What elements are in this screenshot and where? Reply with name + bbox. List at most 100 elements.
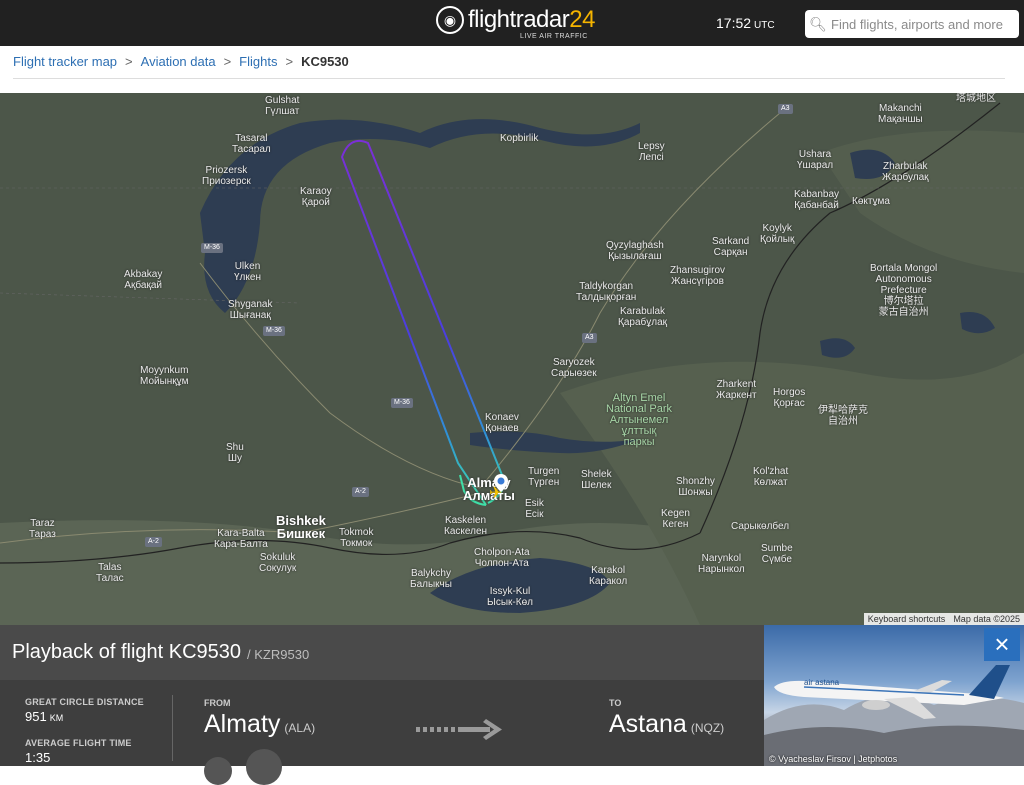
flightradar24-logo[interactable]: ◉ flightradar24 LIVE AIR TRAFFIC [436,6,595,40]
map-label-lepsy: Lepsy Лепсі [638,141,665,163]
map-label-ulken: Ulken Үлкен [234,261,261,283]
flight-track [340,139,505,506]
destination-airport[interactable]: TO Astana (NQZ) [609,698,724,739]
panel-header: Playback of flight KC9530 / KZR9530 [0,625,764,680]
map-label-kegen: Kegen Кеген [661,508,690,530]
clock-timezone: UTC [754,20,775,31]
map-label-kaskelen: Kaskelen Каскелен [444,515,488,537]
breadcrumb-current-flight: KC9530 [301,54,349,69]
map-label-shelek: Shelek Шелек [581,469,612,491]
map-label-kabanbay: Kabanbay Қабанбай [794,189,840,211]
map-label-shyganak: Shyganak Шығанақ [228,299,273,321]
map-label-narynkol: Narynkol Нарынкол [698,553,745,575]
breadcrumb: Flight tracker map > Aviation data > Fli… [13,54,1005,79]
map-label-sumbe: Sumbe Сүмбе [761,543,793,565]
map-label-zharbulak: Zharbulak Жарбулақ [882,161,929,183]
map-label-gulshat: Gulshat Гүлшат [265,95,300,117]
road-shield: M-36 [201,243,223,253]
map-label-koktuma: Көктұма [852,196,890,207]
origin-airport[interactable]: FROM Almaty (ALA) [204,698,315,739]
distance-value: 951 KM [25,709,64,724]
map-label-saryozek: Saryozek Сарыөзек [551,357,597,379]
to-label: TO [609,698,622,708]
map-label-konaev: Konaev Қонаев [485,412,519,434]
map-label-karabulak: Karabulak Қарабұлақ [618,306,668,328]
search-input[interactable] [831,16,1011,32]
flight-map[interactable]: Gulshat Гүлшат Tasaral Тасарал Priozersk… [0,93,1024,625]
close-photo-button[interactable]: × [984,628,1020,661]
map-label-sokuluk: Sokuluk Сокулук [259,552,297,574]
map-label-priozersk: Priozersk Приозерск [202,165,251,187]
flight-time-label: AVERAGE FLIGHT TIME [25,738,132,748]
map-label-zharkent: Zharkent Жаркент [716,379,757,401]
map-label-sarkand: Sarkand Сарқан [712,236,750,258]
svg-text:air astana: air astana [804,678,840,687]
breadcrumb-flight-tracker-map[interactable]: Flight tracker map [13,54,117,69]
breadcrumb-separator: > [125,54,133,69]
aircraft-photo[interactable]: air astana × © Vyacheslav Firsov | Jetph… [764,625,1024,766]
to-city: Astana (NQZ) [609,710,725,738]
from-label: FROM [204,698,231,708]
divider [172,695,173,761]
road-shield: M-36 [391,398,413,408]
map-label-ushara: Ushara Үшарал [797,149,834,171]
map-attribution: Keyboard shortcuts Map data ©2025 [863,613,1024,625]
radar-icon: ◉ [436,6,464,34]
road-shield: A-2 [352,487,369,497]
map-label-bortala: Bortala Mongol Autonomous Prefecture 博尔塔… [870,263,938,318]
panel-title: Playback of flight KC9530 [12,641,242,663]
playback-control-button[interactable] [204,757,232,785]
mountain-terrain [820,130,1024,273]
map-label-shonzhy: Shonzhy Шонжы [676,476,715,498]
search-icon: 🔍︎ [809,15,827,32]
logo-tagline: LIVE AIR TRAFFIC [520,33,588,40]
map-label-qyzylagash: Qyzylaghash Қызылағаш [606,240,664,262]
road-shield: A3 [582,333,597,343]
map-label-horgos: Horgos Қорғас [773,387,806,409]
map-label-makanchi: Makanchi Мақаншы [878,103,923,125]
map-label-zhansugirov: Zhansugirov Жансүгіров [670,265,726,287]
lake-small [960,312,995,334]
breadcrumb-separator: > [285,54,294,69]
map-label-cholpon-ata: Cholpon-Ata Чолпон-Ата [474,547,530,569]
map-label-sarykolbel: Сарыкөлбел [731,521,790,532]
road-shield: A-2 [145,537,162,547]
map-label-taraz: Taraz Тараз [29,518,56,540]
flight-time-value: 1:35 [25,750,51,765]
clock-time: 17:52 [716,15,752,31]
map-label-bishkek: Bishkek Бишкек [276,513,326,541]
map-label-turgen: Turgen Түрген [528,466,560,488]
map-label-kolzhat: Kol'zhat Көлжат [753,466,789,488]
breadcrumb-aviation-data[interactable]: Aviation data [141,54,216,69]
map-label-ili: 伊犁哈萨克 自治州 [818,405,868,427]
map-data-credit[interactable]: Map data ©2025 [953,614,1020,624]
map-label-tacheng: 塔城地区 [956,93,996,104]
map-label-karaoy: Karaoy Қарой [300,186,332,208]
road-shield: A3 [778,104,793,114]
utc-clock: 17:52 UTC [716,15,775,31]
map-label-talas: Talas Талас [96,562,124,584]
distance-label: GREAT CIRCLE DISTANCE [25,697,144,707]
map-label-koylyk: Koylyk Қойлық [760,223,795,245]
logo-wordmark: flightradar24 [468,6,595,33]
breadcrumb-separator: > [223,54,232,69]
map-label-tokmok: Tokmok Токмок [339,527,374,549]
map-label-esik: Esik Есік [525,498,544,520]
map-label-taldykorgan: Taldykorgan Талдықорған [576,281,637,303]
map-label-tasaral: Tasaral Тасарал [232,133,271,155]
search-box[interactable]: 🔍︎ [805,10,1019,38]
play-button[interactable] [246,749,282,785]
breadcrumb-flights[interactable]: Flights [239,54,277,69]
lake-small [820,338,855,358]
map-label-akbakay: Akbakay Ақбақай [124,269,163,291]
map-label-issyk-kul: Issyk-Kul Ысык-Көл [487,586,533,608]
photo-credit: © Vyacheslav Firsov | Jetphotos [769,754,898,764]
route-arrow-icon [416,717,504,748]
keyboard-shortcuts-link[interactable]: Keyboard shortcuts [868,614,946,624]
map-label-altyn-emel: Altyn Emel National Park Алтынемел ұлтты… [606,392,673,448]
panel-callsign: / KZR9530 [247,647,310,662]
flight-playback-panel: Playback of flight KC9530 / KZR9530 GREA… [0,625,764,785]
map-label-moyynkum: Moyynkum Мойынқұм [140,365,189,387]
aircraft-icon[interactable]: ✈ [489,486,505,502]
top-navigation-bar: ◉ flightradar24 LIVE AIR TRAFFIC 17:52 UT… [0,0,1024,46]
